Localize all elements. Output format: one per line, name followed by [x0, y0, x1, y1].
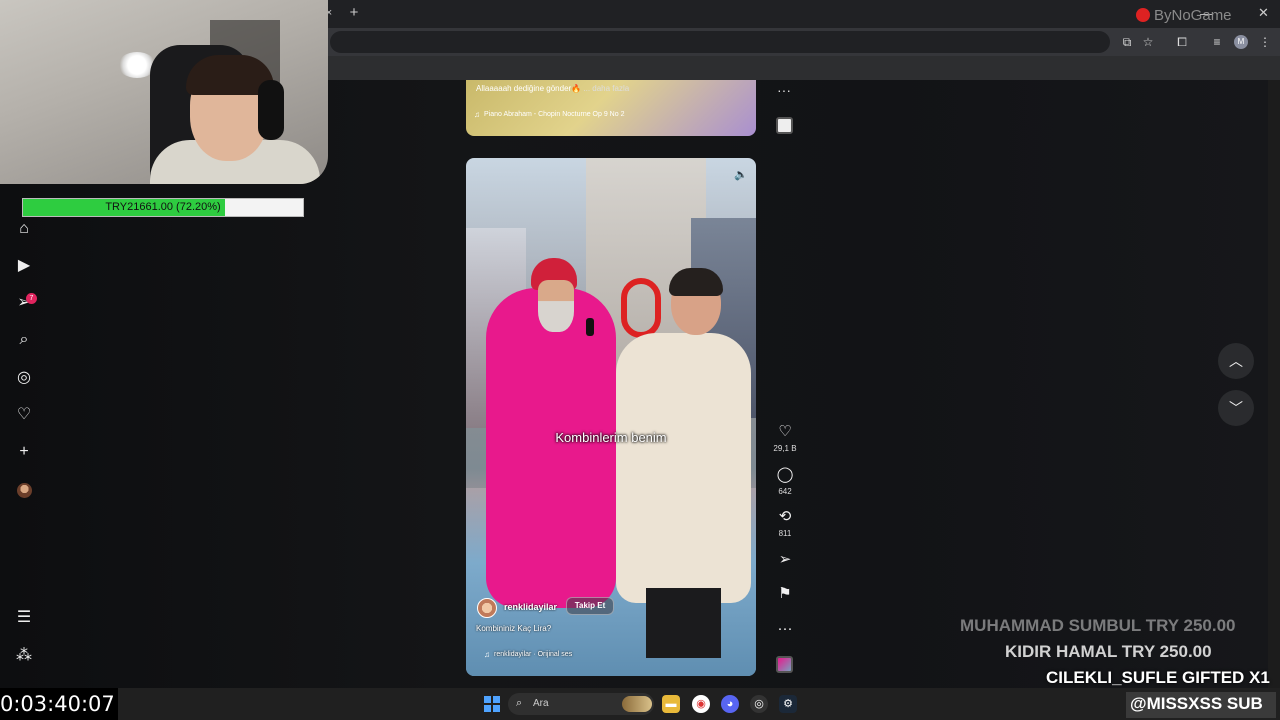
like-icon[interactable]: ♡: [774, 422, 796, 442]
repost-icon[interactable]: ⟲: [774, 507, 796, 527]
video-person-pink-outfit: [486, 288, 616, 608]
donation-alert: KIDIR HAMAL TRY 250.00: [1005, 642, 1212, 661]
creator-username[interactable]: renklidayilar: [504, 602, 557, 612]
heart-icon[interactable]: ♡: [14, 405, 34, 425]
donation-alert: MUHAMMAD SUMBUL TRY 250.00: [960, 616, 1236, 635]
video-person-face: [538, 280, 574, 332]
chrome-icon[interactable]: ◉: [692, 695, 710, 713]
obs-icon[interactable]: ◎: [750, 695, 768, 713]
donation-goal-bar: TRY21661.00 (72.20%): [22, 198, 304, 217]
comment-count: 642: [778, 487, 792, 496]
notification-badge: 7: [26, 293, 37, 304]
music-note-icon: ♫: [474, 110, 480, 119]
home-icon[interactable]: ⌂: [14, 219, 34, 239]
windows-start-icon[interactable]: [484, 696, 500, 712]
address-bar[interactable]: [330, 31, 1110, 53]
reading-list-icon[interactable]: ≡: [1209, 34, 1225, 50]
reel-video[interactable]: 🔈 Kombinlerim benim renklidayilar Takip …: [466, 158, 756, 676]
taskbar-search-icon: ⌕: [516, 697, 523, 709]
taskbar-search-placeholder: Ara: [533, 698, 549, 709]
video-caption: Kombininiz Kaç Lira?: [476, 624, 552, 633]
creator-avatar[interactable]: [477, 598, 497, 618]
menu-icon[interactable]: ☰: [14, 608, 34, 628]
explore-icon[interactable]: ◎: [14, 368, 34, 388]
webcam-overlay: [0, 0, 328, 184]
webcam-headset: [258, 80, 284, 140]
like-count: 29,1 B: [773, 444, 797, 453]
plus-icon[interactable]: +: [14, 442, 34, 462]
profile-icon[interactable]: [17, 483, 32, 498]
file-explorer-icon[interactable]: ▬: [662, 695, 680, 713]
save-icon[interactable]: ⚑: [774, 584, 796, 604]
more-link[interactable]: ... daha fazla: [583, 84, 629, 93]
video-icon[interactable]: ▶: [14, 256, 34, 276]
video-interviewer-jacket: [616, 333, 751, 603]
extensions-icon[interactable]: ⧠: [1174, 34, 1190, 50]
previous-video-caption: Allaaaaah dediğine gönder🔥 ... daha fazl…: [476, 84, 629, 93]
new-tab-button[interactable]: +: [346, 4, 362, 22]
window-close-button[interactable]: ✕: [1258, 5, 1269, 21]
scroll-up-button[interactable]: ︿: [1218, 343, 1254, 379]
stream-watermark: ByNoGame: [1154, 7, 1232, 24]
page-scrollbar[interactable]: [1268, 80, 1280, 688]
music-note-icon: ♫: [484, 650, 490, 659]
video-interviewer-legs: [646, 588, 721, 658]
more-options-button[interactable]: ···: [774, 619, 796, 639]
volume-icon[interactable]: 🔈: [734, 168, 748, 181]
discord-icon[interactable]: ◕: [721, 695, 739, 713]
more-apps-icon[interactable]: ⁂: [14, 646, 34, 666]
search-icon[interactable]: ⌕: [14, 330, 34, 350]
search-highlight-image: [622, 696, 652, 712]
sub-alert: @MISSXSS SUB: [1130, 694, 1263, 713]
previous-sound-thumbnail[interactable]: [776, 117, 793, 134]
previous-more-options-button[interactable]: ···: [777, 82, 791, 98]
follow-button[interactable]: Takip Et: [566, 597, 614, 615]
profile-avatar[interactable]: M: [1234, 35, 1248, 49]
video-microphone: [586, 318, 594, 336]
scroll-down-button[interactable]: ﹀: [1218, 390, 1254, 426]
previous-video-music[interactable]: Piano Abraham - Chopin Nocturne Op 9 No …: [484, 111, 624, 118]
bookmark-star-icon[interactable]: ☆: [1140, 34, 1156, 50]
sound-thumbnail[interactable]: [776, 656, 793, 673]
repost-count: 811: [778, 529, 792, 538]
comment-icon[interactable]: ◯: [774, 465, 796, 485]
video-subtitle: Kombinlerim benim: [555, 430, 667, 445]
donation-goal-text: TRY21661.00 (72.20%): [105, 201, 221, 213]
previous-video[interactable]: Allaaaaah dediğine gönder🔥 ... daha fazl…: [466, 80, 756, 136]
gift-alert: CILEKLI_SUFLE GIFTED X1: [1046, 668, 1270, 687]
video-music[interactable]: renklidayilar · Orijinal ses: [494, 651, 572, 658]
video-interviewer-hair: [669, 268, 723, 296]
stream-timer: 0:03:40:07: [0, 692, 115, 716]
browser-menu-icon[interactable]: ⋮: [1257, 34, 1273, 50]
video-scene-sign: [621, 278, 661, 338]
steam-icon[interactable]: ⚙: [779, 695, 797, 713]
previous-video-caption-text: Allaaaaah dediğine gönder🔥: [476, 84, 582, 93]
share-icon[interactable]: ➢: [774, 550, 796, 570]
install-app-icon[interactable]: ⧉: [1119, 34, 1135, 50]
